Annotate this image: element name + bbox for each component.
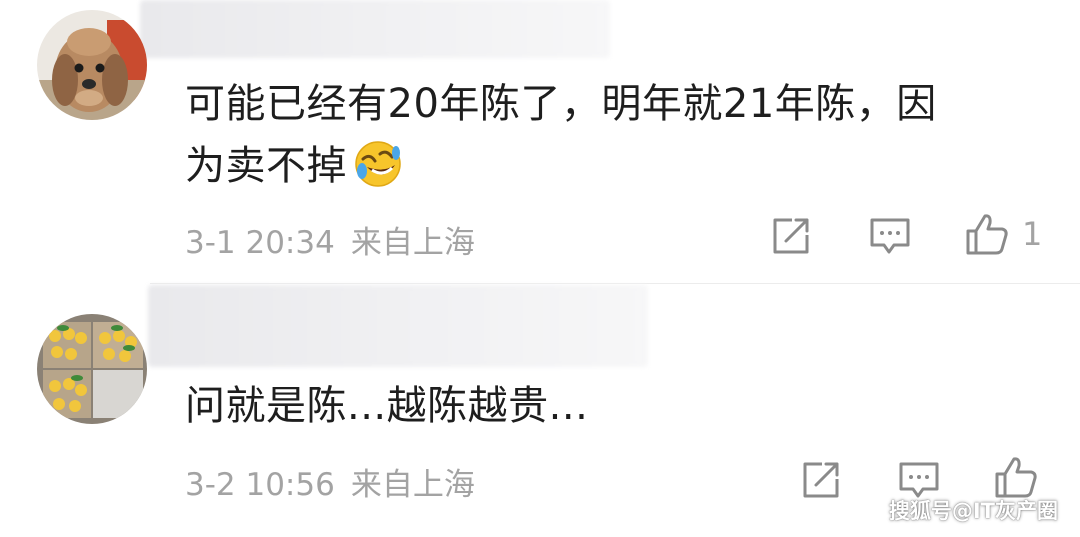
share-icon xyxy=(770,215,812,257)
share-icon xyxy=(800,459,842,501)
reply-button[interactable] xyxy=(868,214,912,258)
comment-location: 来自上海 xyxy=(350,467,475,503)
like-button[interactable]: 1 xyxy=(964,212,1042,256)
comment-timestamp: 3-2 10:56 xyxy=(185,467,335,503)
comment-location: 来自上海 xyxy=(350,225,475,261)
user-avatar[interactable] xyxy=(37,314,147,424)
comment-item: 可能已经有20年陈了，明年就21年陈，因 为卖不掉 3-1 20:34 来自上海 xyxy=(0,0,1080,285)
username-blurred xyxy=(148,285,648,367)
reply-icon xyxy=(868,215,912,257)
comment-text: 问就是陈...越陈越贵... xyxy=(185,375,1025,437)
comment-meta: 3-2 10:56 来自上海 xyxy=(185,459,475,504)
share-button[interactable] xyxy=(800,458,842,502)
comment-timestamp: 3-1 20:34 xyxy=(185,225,335,261)
share-button[interactable] xyxy=(770,214,812,258)
like-count: 1 xyxy=(1022,215,1043,253)
thumbs-up-icon xyxy=(964,211,1010,257)
like-button[interactable] xyxy=(993,455,1039,499)
watermark-text: 搜狐号@IT灰产圈 xyxy=(888,499,1058,523)
comment-meta: 3-1 20:34 来自上海 xyxy=(185,217,475,262)
thumbs-up-icon xyxy=(993,454,1039,500)
comment-text-line: 为卖不掉 xyxy=(185,143,347,189)
divider xyxy=(150,283,1080,284)
comment-text-line: 问就是陈...越陈越贵... xyxy=(185,383,589,429)
comment-text-line: 可能已经有20年陈了，明年就21年陈，因 xyxy=(185,81,937,127)
user-avatar[interactable] xyxy=(37,10,147,120)
comment-text: 可能已经有20年陈了，明年就21年陈，因 为卖不掉 xyxy=(185,73,1025,207)
rofl-emoji-icon xyxy=(353,139,403,207)
username-blurred xyxy=(140,0,610,58)
